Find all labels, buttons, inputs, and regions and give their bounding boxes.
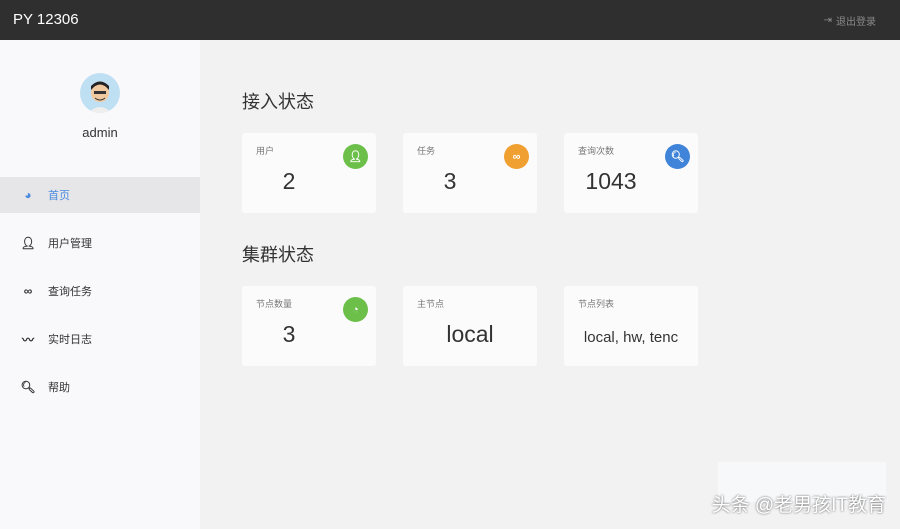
card-label: 查询次数: [578, 146, 615, 156]
signature-icon: 〰: [21, 332, 34, 347]
infinity-icon: ∞: [23, 284, 33, 298]
card-value: 3: [282, 321, 296, 347]
card-label: 任务: [417, 146, 436, 156]
sidebar-item-label: 查询任务: [48, 286, 92, 298]
sidebar-item-tasks[interactable]: ∞ 查询任务: [0, 273, 200, 309]
top-bar: PY 12306 ⇥ 退出登录: [0, 0, 900, 40]
logout-label: 退出登录: [836, 17, 876, 28]
cluster-status-heading: 集群状态: [242, 245, 314, 265]
pie-chart-icon: ◔: [343, 297, 368, 322]
card-value: 1043: [585, 168, 637, 194]
watermark: 头条 @老男孩IT教育: [711, 495, 886, 516]
sidebar-item-help[interactable]: 🔍︎ 帮助: [0, 369, 200, 405]
sidebar-item-users[interactable]: 👤︎ 用户管理: [0, 225, 200, 261]
node-list-card: 节点列表 local, hw, tenc: [564, 286, 698, 366]
access-status-heading: 接入状态: [242, 92, 314, 112]
sidebar-item-logs[interactable]: 〰 实时日志: [0, 321, 200, 357]
card-value: local: [446, 321, 494, 347]
card-label: 用户: [256, 146, 275, 156]
node-count-card: 节点数量 ◔ 3: [242, 286, 376, 366]
search-icon: 🔍︎: [665, 144, 690, 169]
queries-card: 查询次数 🔍︎ 1043: [564, 133, 698, 213]
sidebar-item-label: 帮助: [48, 382, 70, 394]
logout-button[interactable]: ⇥ 退出登录: [824, 13, 876, 28]
sidebar-item-label: 首页: [48, 190, 70, 202]
card-value: local, hw, tenc: [583, 329, 679, 346]
users-card: 用户 👤︎ 2: [242, 133, 376, 213]
master-node-card: 主节点 local: [403, 286, 537, 366]
search-icon: 🔍︎: [20, 380, 36, 394]
card-label: 节点列表: [578, 299, 615, 309]
tasks-card: 任务 ∞ 3: [403, 133, 537, 213]
user-icon: 👤︎: [343, 144, 368, 169]
sidebar-item-label: 实时日志: [48, 334, 92, 346]
user-icon: 👤︎: [20, 236, 36, 250]
card-value: 2: [282, 168, 296, 194]
card-value: 3: [443, 168, 457, 194]
card-label: 节点数量: [256, 299, 293, 309]
avatar: [80, 73, 120, 113]
username: admin: [82, 125, 118, 140]
sidebar-item-label: 用户管理: [48, 238, 92, 250]
sidebar-item-home[interactable]: ◕ 首页: [0, 177, 200, 213]
infinity-icon: ∞: [504, 144, 529, 169]
dashboard-icon: ◕: [24, 188, 32, 202]
card-label: 主节点: [417, 299, 445, 309]
brand-title[interactable]: PY 12306: [13, 11, 79, 28]
sign-out-icon: ⇥: [823, 15, 832, 26]
sidebar: admin ◕ 首页 👤︎ 用户管理 ∞ 查询任务 〰 实时日志 🔍︎ 帮助: [0, 40, 200, 529]
